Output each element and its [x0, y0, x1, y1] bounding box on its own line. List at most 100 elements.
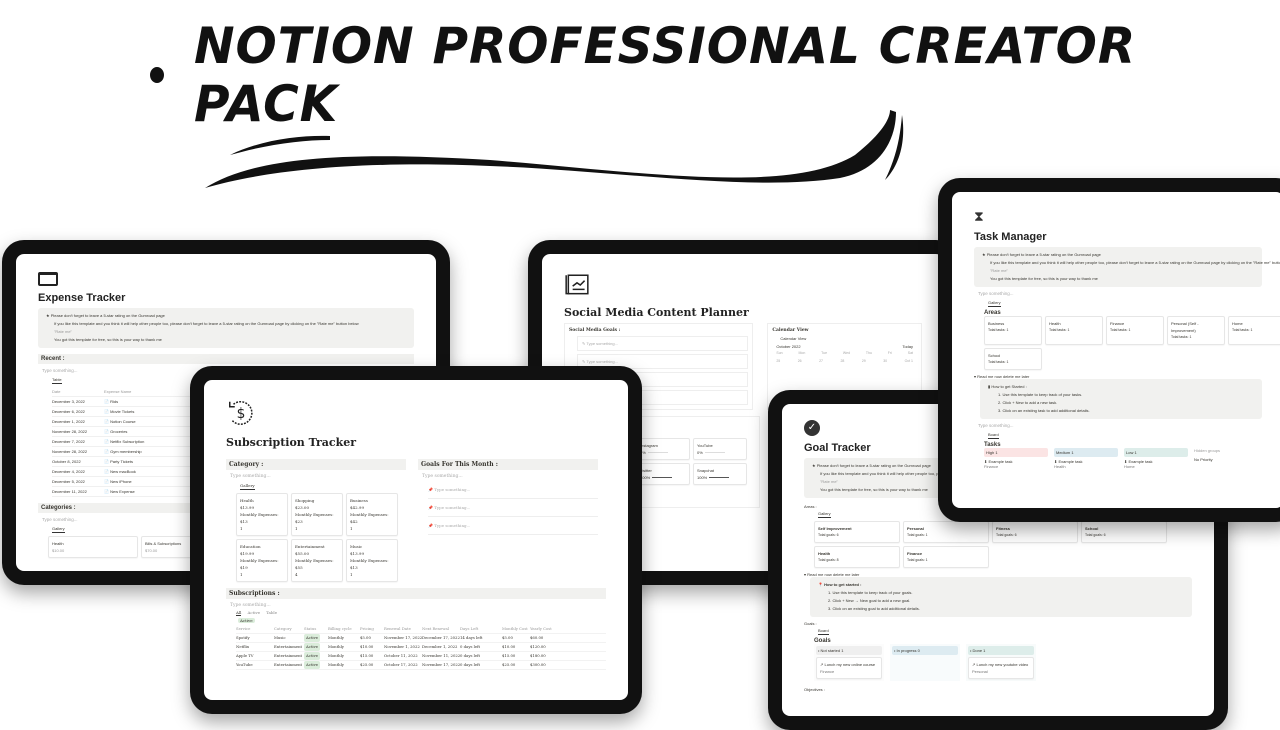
platform-progress: 0%	[697, 449, 743, 456]
area-card[interactable]: Personal Total goals: 1	[903, 521, 989, 543]
group-active[interactable]: Active	[238, 618, 255, 623]
goal-item[interactable]: 📌 Type something...	[428, 517, 598, 535]
card-name: Music	[350, 544, 363, 549]
column-header[interactable]: Medium 1	[1054, 448, 1118, 457]
tab-board[interactable]: Board	[988, 432, 999, 439]
category-card[interactable]: Education $19.99 Monthly Expenses: $19 1	[236, 539, 288, 582]
table-row[interactable]: YouTube Entertainment Active Monthly $25.00 O…	[236, 661, 606, 670]
category-card[interactable]: Health $10.00	[48, 536, 138, 558]
goal-item[interactable]: 📌 Type something...	[428, 499, 598, 517]
calendar-day[interactable]: 28	[840, 359, 844, 363]
category-card[interactable]: Shopping $23.00 Monthly Expenses: $23 1	[291, 493, 343, 536]
row-date: October 8, 2022	[52, 459, 81, 464]
calendar-day[interactable]: 26	[798, 359, 802, 363]
type-placeholder[interactable]: Type something...	[978, 291, 1262, 296]
area-card[interactable]: Health Total goals: 8	[814, 546, 900, 568]
type-placeholder[interactable]: Type something...	[978, 423, 1262, 428]
area-card[interactable]: Fitness Total goals: 6	[992, 521, 1078, 543]
subscription-tablet: $ Subscription Tracker Category : Type s…	[190, 366, 642, 714]
weekday: Sat	[907, 351, 913, 355]
calendar-day[interactable]: 25	[776, 359, 780, 363]
step: 2. Click + New to add a new task.	[998, 400, 1058, 405]
goal-card[interactable]: ↗ Lunch my new online course Finance	[816, 657, 882, 679]
tab-gallery[interactable]: Gallery	[988, 300, 1001, 307]
tab-board[interactable]: Board	[818, 628, 829, 635]
cell-category: Entertainment	[274, 644, 303, 649]
area-card[interactable]: Finance Total goals: 1	[903, 546, 989, 568]
progress-fill	[652, 477, 673, 478]
type-placeholder[interactable]: Type something...	[230, 603, 606, 608]
area-card[interactable]: Finance Total tasks: 1	[1106, 316, 1164, 345]
goal-tag: Personal	[972, 669, 988, 674]
card-count: 1	[295, 526, 298, 531]
area-card[interactable]: Self Improvement Total goals: 6	[814, 521, 900, 543]
type-placeholder[interactable]: Type something...	[230, 474, 406, 479]
goal-item[interactable]: 📌 Type something...	[428, 481, 598, 499]
column-header[interactable]: Low 1	[1124, 448, 1188, 457]
tab-all[interactable]: All	[236, 610, 242, 616]
area-card[interactable]: School Total tasks: 1	[984, 348, 1042, 370]
calendar-day[interactable]: 27	[819, 359, 823, 363]
column-header[interactable]: • Done 1	[968, 646, 1034, 655]
table-row[interactable]: Apple TV Entertainment Active Monthly $15.00…	[236, 652, 606, 661]
column-header[interactable]: • Not started 1	[816, 646, 882, 655]
area-name: Self Improvement	[818, 526, 852, 531]
today-button[interactable]: Today	[902, 344, 913, 349]
tab-gallery[interactable]: Gallery	[818, 511, 831, 518]
callout-line: You got this template for free, so this …	[990, 276, 1098, 281]
area-card[interactable]: Business Total tasks: 1	[984, 316, 1042, 345]
area-total: Total goals: 6	[818, 533, 839, 537]
rate-me-link[interactable]: "Rate me"	[982, 267, 1254, 275]
recurring-dollar-icon: $	[229, 400, 253, 425]
row-date: November 28, 2022	[52, 449, 88, 454]
platform-card[interactable]: Instagram 0%	[636, 438, 690, 460]
status-badge: Active	[304, 661, 321, 669]
card-amount: $19.99	[240, 551, 254, 556]
cell-price: $10.00	[360, 644, 374, 649]
col-header: Service	[236, 626, 251, 631]
platform-card[interactable]: Twitter 100%	[636, 463, 690, 485]
tab-gallery[interactable]: Gallery	[52, 526, 65, 533]
tab-table[interactable]: Table	[266, 610, 277, 616]
column-header[interactable]: High 1	[984, 448, 1048, 457]
card-value: $10.00	[52, 548, 65, 553]
type-placeholder[interactable]: Type something...	[422, 474, 598, 479]
cell-price: $5.00	[360, 635, 371, 640]
platform-card[interactable]: Snapchat 100%	[693, 463, 747, 485]
card-monthly: Monthly Expenses: $13	[350, 558, 389, 570]
cell-category: Music	[274, 635, 286, 640]
rate-me-link[interactable]: "Rate me"	[46, 328, 406, 336]
cell-cycle: Monthly	[328, 635, 344, 640]
row-date: December 1, 2022	[52, 419, 85, 424]
row-name: 📄 New macBook	[104, 469, 136, 474]
table-row[interactable]: Netflix Entertainment Active Monthly $10.00 N…	[236, 643, 606, 652]
category-card[interactable]: Health $13.99 Monthly Expenses: $13 1	[236, 493, 288, 536]
goal-input[interactable]: ✎ Type something...	[577, 336, 749, 351]
calendar-day[interactable]: Oct 1	[905, 359, 913, 363]
tab-gallery[interactable]: Gallery	[240, 483, 255, 490]
area-card[interactable]: Health Total tasks: 1	[1045, 316, 1103, 345]
tab-calendar[interactable]: Calendar View	[780, 336, 917, 341]
calendar-day[interactable]: 30	[883, 359, 887, 363]
table-row[interactable]: Spotify Music Active Monthly $5.00 November 1…	[236, 634, 606, 643]
goal-name: ↗ Lunch my new online course	[820, 662, 876, 667]
no-priority[interactable]: No Priority	[1194, 457, 1220, 462]
column-header[interactable]: • In progress 0	[892, 646, 958, 655]
area-card[interactable]: Home Total tasks: 1	[1228, 316, 1280, 345]
category-card[interactable]: Music $13.99 Monthly Expenses: $13 1	[346, 539, 398, 582]
goal-card[interactable]: ↗ Lunch my new youtube video Personal	[968, 657, 1034, 679]
cell-cycle: Monthly	[328, 653, 344, 658]
area-card[interactable]: School Total goals: 6	[1081, 521, 1167, 543]
platform-name: Instagram	[640, 443, 658, 448]
platform-card[interactable]: YouTube 0%	[693, 438, 747, 460]
money-icon	[38, 272, 58, 286]
calendar-day[interactable]: 29	[862, 359, 866, 363]
category-card[interactable]: Business $42.99 Monthly Expenses: $42 1	[346, 493, 398, 536]
area-card[interactable]: Personal (Self - Improvement) Total tasks…	[1167, 316, 1225, 345]
category-card[interactable]: Entertainment $55.00 Monthly Expenses: $55…	[291, 539, 343, 582]
status-badge: Active	[304, 634, 321, 642]
tab-active[interactable]: Active	[247, 610, 260, 616]
card-monthly: Monthly Expenses: $42	[350, 512, 389, 524]
progress-label: 0%	[697, 450, 703, 455]
tab-table[interactable]: Table	[52, 377, 62, 384]
